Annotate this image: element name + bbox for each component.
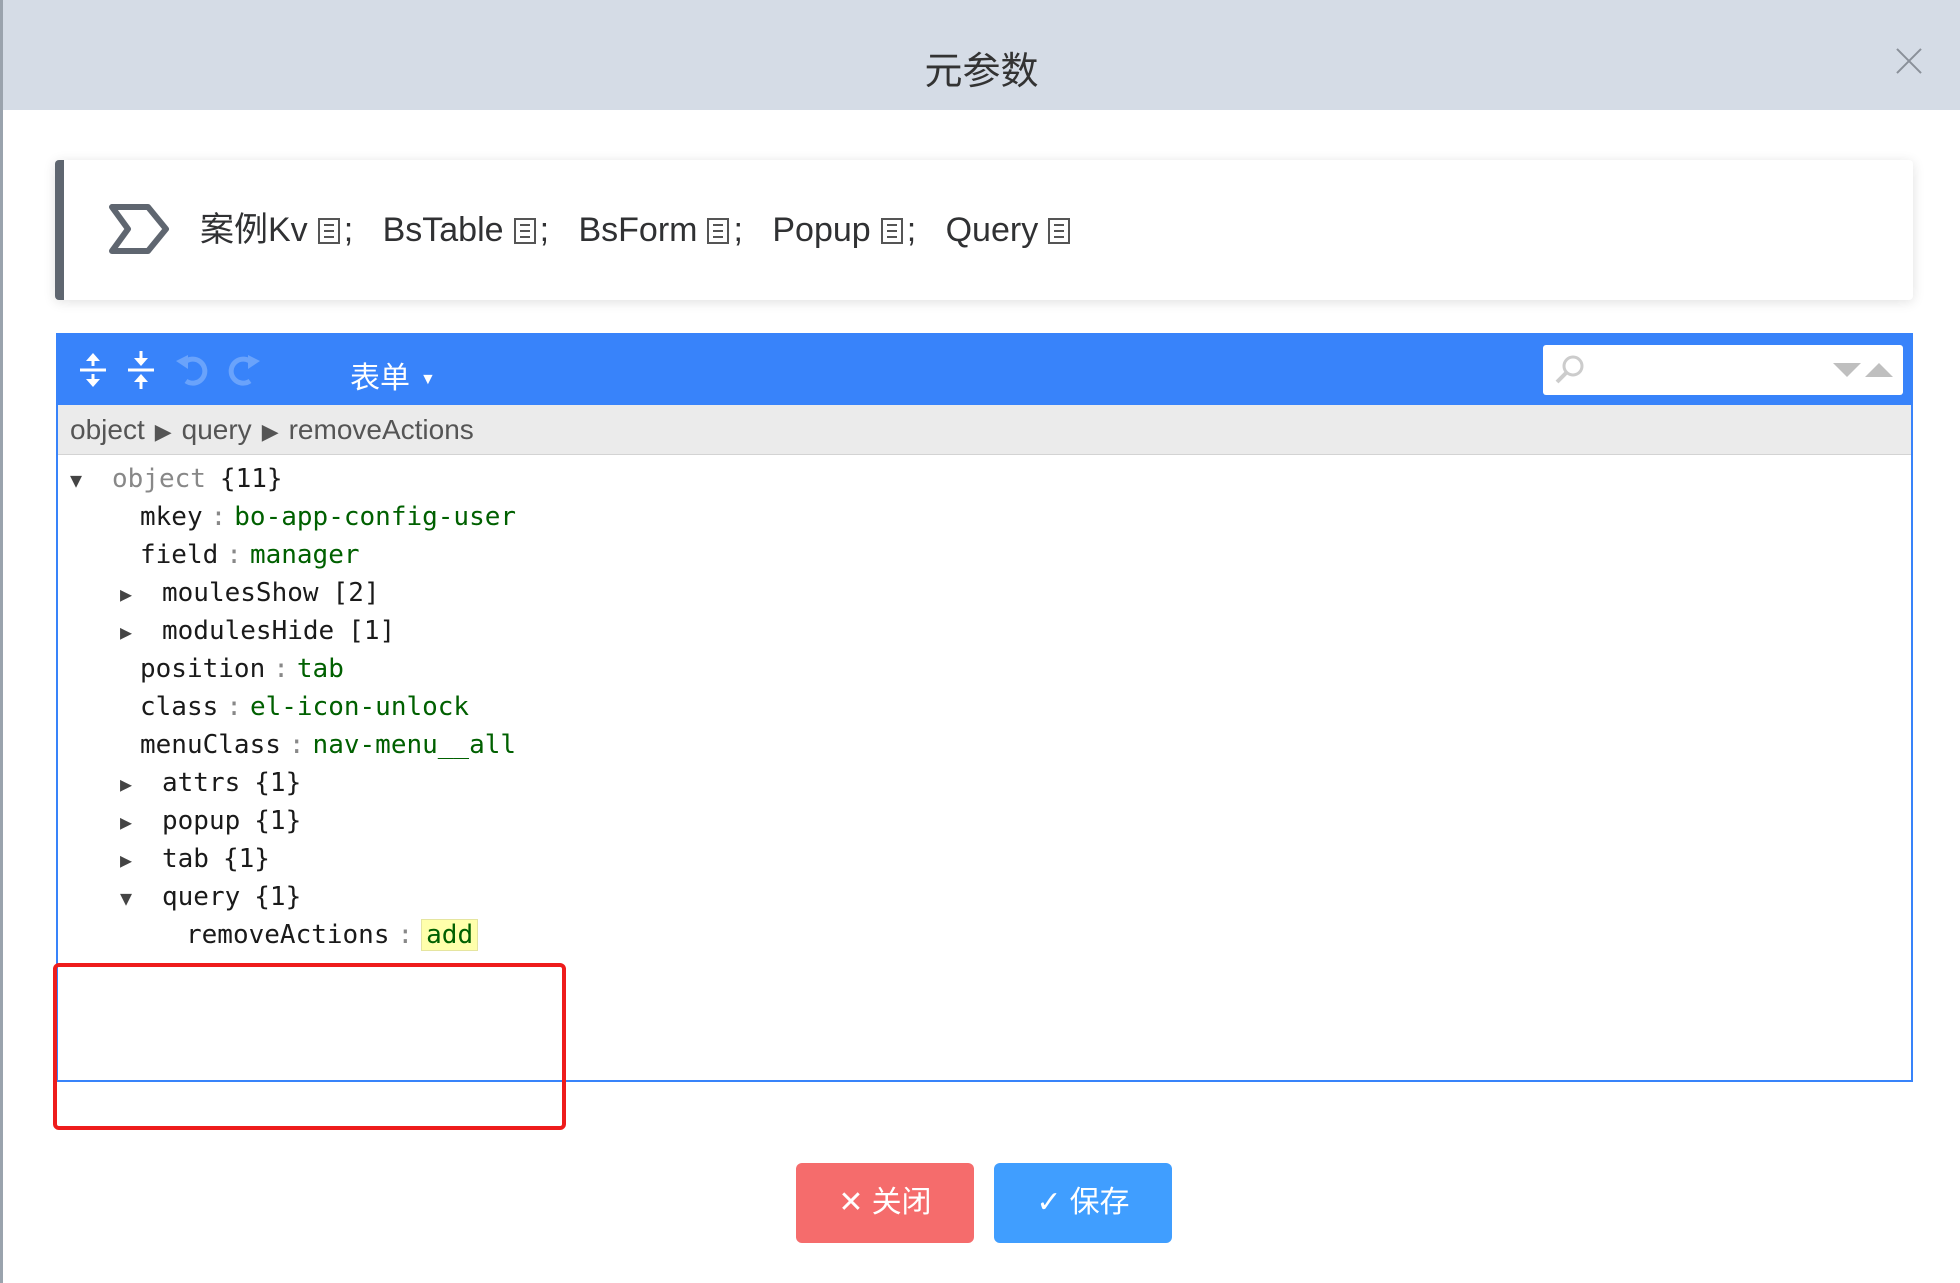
key-item: Popup; bbox=[772, 211, 917, 249]
key-item: 案例Kv; bbox=[200, 211, 354, 249]
breadcrumb-separator-icon: ▶ bbox=[261, 419, 279, 444]
key-item: BsTable; bbox=[382, 211, 550, 249]
copy-icon[interactable] bbox=[1048, 218, 1071, 244]
collapse-all-icon[interactable] bbox=[120, 349, 162, 391]
copy-icon[interactable] bbox=[513, 218, 536, 244]
key-item: Query bbox=[946, 211, 1075, 250]
close-icon: ✕ bbox=[838, 1186, 864, 1219]
check-icon: ✓ bbox=[1036, 1186, 1062, 1219]
caret-down-icon: ▼ bbox=[420, 371, 436, 388]
path-breadcrumb: object ▶ query ▶ removeActions bbox=[58, 405, 1911, 455]
undo-icon[interactable] bbox=[172, 349, 214, 391]
expanded-arrow-icon[interactable]: ▼ bbox=[120, 874, 142, 922]
breadcrumb-item[interactable]: query bbox=[182, 414, 252, 445]
redo-icon[interactable] bbox=[222, 349, 264, 391]
keys-panel: 案例Kv; BsTable; BsForm; Popup; Query bbox=[55, 160, 1913, 300]
breadcrumb-item[interactable]: removeActions bbox=[289, 414, 474, 445]
expand-all-icon[interactable] bbox=[72, 349, 114, 391]
save-button[interactable]: ✓ 保存 bbox=[994, 1163, 1172, 1243]
editor-toolbar: 表单 ▼ bbox=[58, 335, 1911, 405]
key-item: BsForm; bbox=[578, 211, 743, 249]
expanded-arrow-icon[interactable]: ▼ bbox=[70, 456, 92, 504]
search-icon bbox=[1555, 355, 1584, 384]
search-next-icon[interactable] bbox=[1833, 363, 1861, 377]
chevron-right-icon bbox=[109, 204, 169, 254]
search-box bbox=[1543, 345, 1903, 395]
keys-list: 案例Kv; BsTable; BsForm; Popup; Query bbox=[200, 202, 1094, 251]
dialog-title: 元参数 bbox=[924, 51, 1039, 93]
dialog-header: 元参数 bbox=[3, 0, 1960, 110]
search-previous-icon[interactable] bbox=[1865, 363, 1893, 377]
search-input[interactable] bbox=[1591, 351, 1815, 389]
meta-params-dialog: 元参数 案例Kv; BsTable; BsForm; Popup; Query bbox=[0, 0, 1960, 1283]
copy-icon[interactable] bbox=[880, 218, 903, 244]
collapsed-arrow-icon[interactable]: ▶ bbox=[120, 608, 142, 656]
close-button[interactable]: ✕ 关闭 bbox=[796, 1163, 974, 1243]
copy-icon[interactable] bbox=[317, 218, 340, 244]
highlighted-value[interactable]: add bbox=[421, 919, 479, 951]
mode-dropdown[interactable]: 表单 ▼ bbox=[350, 353, 436, 397]
breadcrumb-item[interactable]: object bbox=[70, 414, 145, 445]
json-editor: 表单 ▼ object ▶ query ▶ removeActions ▼ object {1… bbox=[56, 333, 1913, 1082]
breadcrumb-separator-icon: ▶ bbox=[154, 419, 172, 444]
close-icon[interactable] bbox=[1892, 44, 1926, 78]
copy-icon[interactable] bbox=[707, 218, 730, 244]
tree-row[interactable]: removeActions: add bbox=[186, 911, 479, 959]
